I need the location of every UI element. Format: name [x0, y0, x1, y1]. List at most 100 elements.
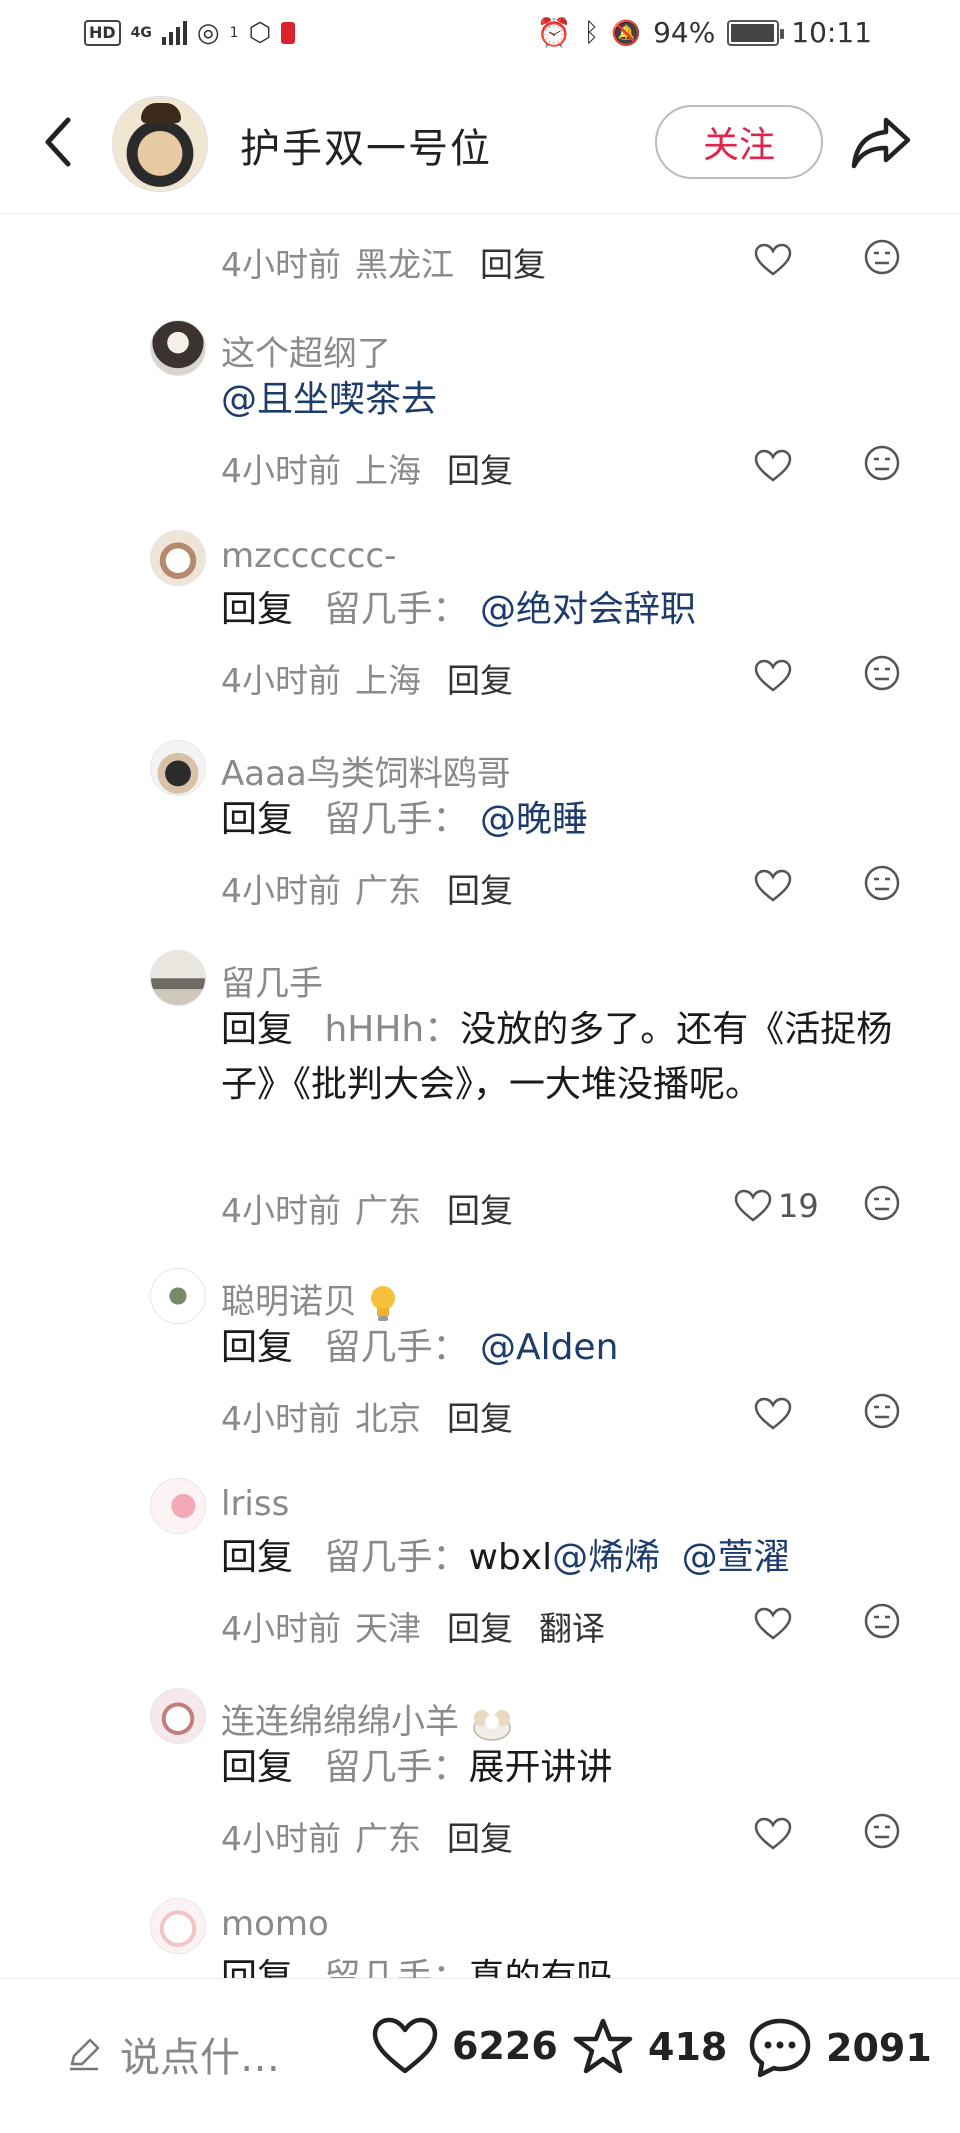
reply-to-user[interactable]: hHHh — [324, 1009, 424, 1050]
comment-author[interactable]: lriss — [221, 1484, 289, 1524]
reply-link[interactable]: 回复 — [447, 1812, 513, 1860]
mention-link-2[interactable]: @萱濯 — [682, 1537, 790, 1578]
like-button[interactable] — [754, 864, 844, 908]
dislike-face-icon — [864, 655, 900, 691]
comment-meta: 4小时前 上海 回复 — [221, 654, 513, 702]
mention-link[interactable]: @烯烯 — [552, 1537, 660, 1578]
comment-location: 广东 — [355, 871, 421, 910]
battery-icon — [727, 19, 785, 46]
like-button[interactable] — [754, 1602, 844, 1646]
heart-icon — [754, 869, 792, 902]
signal-icon — [161, 21, 187, 45]
reply-link[interactable]: 回复 — [447, 444, 513, 492]
comment-text: @且坐喫茶去 — [221, 372, 921, 427]
reply-link[interactable]: 回复 — [480, 238, 546, 286]
like-button[interactable] — [754, 1392, 844, 1436]
dislike-button[interactable] — [863, 1184, 903, 1224]
like-button[interactable] — [754, 654, 844, 698]
comment-location: 北京 — [355, 1399, 421, 1438]
comment-time: 4小时前 — [221, 245, 341, 284]
dislike-face-icon — [864, 239, 900, 275]
comment-body: 没放的多了。还有《活捉杨子》《批判大会》，一大堆没播呢。 — [221, 1009, 893, 1105]
avatar[interactable] — [150, 530, 206, 586]
avatar[interactable] — [150, 1268, 206, 1324]
dislike-button[interactable] — [863, 864, 903, 904]
comment-text: 回复 留几手： @Alden — [221, 1320, 921, 1375]
comment-stat-button[interactable]: 2091 — [748, 2017, 932, 2079]
like-stat-button[interactable]: 6226 — [372, 2017, 558, 2075]
mention-link[interactable]: @且坐喫茶去 — [221, 379, 437, 420]
author-name: 聪明诺贝 — [221, 1282, 357, 1322]
reply-link[interactable]: 回复 — [447, 1602, 513, 1650]
comment-meta: 4小时前 北京 回复 — [221, 1392, 513, 1440]
reply-to-user[interactable]: 留几手 — [324, 589, 432, 630]
comment-author[interactable]: 聪明诺贝 — [221, 1274, 398, 1324]
comment-location: 上海 — [355, 451, 421, 490]
comment-author[interactable]: momo — [221, 1904, 329, 1944]
hd-badge: HD — [84, 20, 121, 46]
mention-link[interactable]: @绝对会辞职 — [480, 589, 696, 630]
like-button[interactable] — [754, 238, 844, 282]
follow-button[interactable]: 关注 — [655, 105, 823, 179]
comment-meta: 4小时前 上海 回复 — [221, 444, 513, 492]
dislike-button[interactable] — [863, 654, 903, 694]
compose-input[interactable]: 说点什… — [66, 2025, 280, 2083]
avatar[interactable] — [150, 320, 206, 376]
reply-to-user[interactable]: 留几手 — [324, 799, 432, 840]
page-title[interactable]: 护手双一号位 — [240, 116, 492, 174]
reply-colon: ： — [424, 1009, 461, 1050]
avatar[interactable] — [150, 1688, 206, 1744]
header: 护手双一号位 关注 — [0, 72, 960, 214]
avatar[interactable] — [150, 1898, 206, 1954]
heart-icon — [754, 1397, 792, 1430]
dislike-button[interactable] — [863, 1392, 903, 1432]
comment-author[interactable]: 留几手 — [221, 956, 323, 1005]
reply-link[interactable]: 回复 — [447, 1392, 513, 1440]
like-button[interactable]: 19 — [734, 1184, 824, 1228]
author-name: 连连绵绵绵小羊 — [221, 1702, 459, 1742]
comment-author[interactable]: 这个超纲了 — [221, 326, 391, 375]
reply-to-user[interactable]: 留几手 — [324, 1747, 432, 1788]
reply-colon: ： — [432, 1747, 469, 1788]
dislike-button[interactable] — [863, 1812, 903, 1852]
reply-link[interactable]: 回复 — [447, 1184, 513, 1232]
network-gen: 4G — [130, 25, 152, 41]
status-left: HD 4G ◎ 1 ⬡ — [84, 18, 296, 48]
dislike-button[interactable] — [863, 444, 903, 484]
dislike-button[interactable] — [863, 238, 903, 278]
mute-icon: 🔕 — [611, 18, 642, 47]
like-count: 6226 — [452, 2024, 558, 2068]
comment-meta: 4小时前 广东 回复 — [221, 1184, 513, 1232]
comment-text: 回复 留几手： @绝对会辞职 — [221, 582, 921, 637]
like-button[interactable] — [754, 1812, 844, 1856]
dislike-face-icon — [864, 1393, 900, 1429]
heart-icon — [734, 1189, 772, 1222]
avatar[interactable] — [150, 740, 206, 796]
reply-link[interactable]: 回复 — [447, 654, 513, 702]
reply-to-user[interactable]: 留几手 — [324, 1537, 432, 1578]
share-button[interactable] — [850, 112, 914, 172]
comment-count: 2091 — [826, 2026, 932, 2070]
heart-icon — [754, 243, 792, 276]
comment-author[interactable]: mzcccccc- — [221, 536, 396, 576]
dislike-face-icon — [864, 1185, 900, 1221]
clock: 10:11 — [791, 16, 872, 49]
comment-author[interactable]: 连连绵绵绵小羊 — [221, 1694, 514, 1744]
dislike-button[interactable] — [863, 1602, 903, 1642]
reply-link[interactable]: 回复 — [447, 864, 513, 912]
mention-link[interactable]: @晚睡 — [480, 799, 588, 840]
author-avatar[interactable] — [112, 96, 208, 192]
comment-time: 4小时前 — [221, 1819, 341, 1858]
translate-link[interactable]: 翻译 — [539, 1602, 605, 1650]
comment-author[interactable]: Aaaa鸟类饲料鸥哥 — [221, 746, 511, 795]
favorite-stat-button[interactable]: 418 — [572, 2017, 727, 2077]
comment-location: 广东 — [355, 1819, 421, 1858]
avatar[interactable] — [150, 1478, 206, 1534]
mention-link[interactable]: @Alden — [480, 1327, 618, 1368]
like-button[interactable] — [754, 444, 844, 488]
avatar[interactable] — [150, 950, 206, 1006]
reply-prefix: 回复 — [221, 589, 294, 630]
back-button[interactable] — [38, 114, 78, 170]
reply-colon: ： — [432, 589, 469, 630]
reply-to-user[interactable]: 留几手 — [324, 1327, 432, 1368]
